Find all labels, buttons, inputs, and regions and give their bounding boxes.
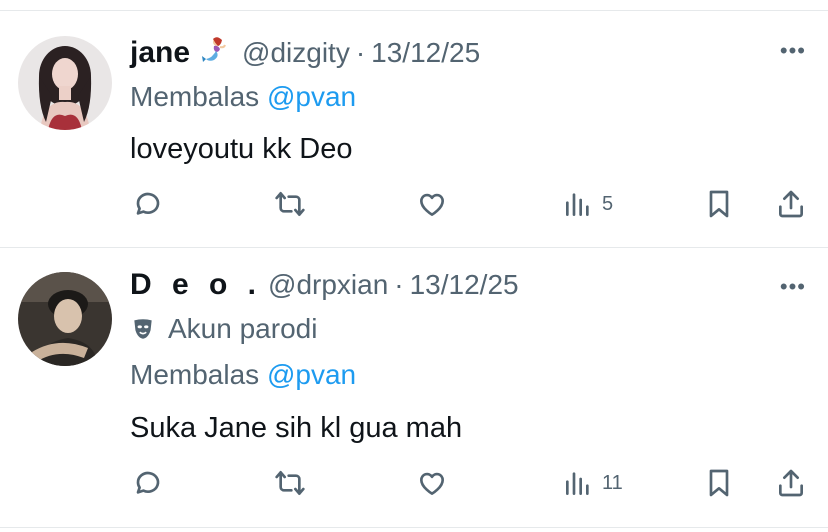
repost-button[interactable] [274, 184, 306, 224]
bookmark-button[interactable] [703, 184, 735, 224]
separator-dot: · [355, 37, 366, 68]
bookmark-icon [709, 469, 729, 497]
mermaid-emoji-icon [200, 36, 230, 66]
heart-icon [420, 193, 444, 216]
share-icon [779, 469, 803, 497]
mention-link[interactable]: @pvan [267, 359, 356, 390]
tweet-text: loveyoutu kk Deo [130, 133, 353, 165]
user-handle[interactable]: @drpxian [268, 269, 388, 301]
tweet-header: jane @dizgity · 13/12/25 [130, 32, 480, 70]
reply-button[interactable] [132, 463, 164, 503]
tweet-actions: 11 [0, 463, 828, 503]
parody-account-label: Akun parodi [130, 313, 317, 345]
replying-to: Membalas @pvan [130, 359, 356, 391]
views-button[interactable]: 5 [562, 184, 613, 224]
views-chart-icon [566, 193, 589, 216]
heart-icon [420, 472, 444, 495]
user-handle[interactable]: @dizgity [242, 37, 350, 69]
avatar[interactable] [18, 36, 112, 130]
mention-link[interactable]: @pvan [267, 81, 356, 112]
like-button[interactable] [416, 184, 448, 224]
share-button[interactable] [775, 184, 807, 224]
bookmark-icon [709, 190, 729, 218]
display-name[interactable]: jane [130, 36, 190, 70]
reply-tweet-deo[interactable]: D e o . @drpxian · 13/12/25 ••• Akun par… [0, 248, 828, 532]
more-options-button[interactable]: ••• [780, 274, 806, 300]
more-options-button[interactable]: ••• [780, 38, 806, 64]
separator-dot: · [394, 269, 404, 300]
bookmark-button[interactable] [703, 463, 735, 503]
replying-prefix: Membalas [130, 359, 260, 390]
tweet-actions: 5 [0, 184, 828, 224]
display-name[interactable]: D e o . [130, 268, 262, 302]
views-chart-icon [566, 472, 589, 495]
reply-button[interactable] [132, 184, 164, 224]
parody-text: Akun parodi [168, 313, 318, 344]
like-button[interactable] [416, 463, 448, 503]
views-count: 5 [602, 192, 614, 215]
repost-icon [275, 471, 305, 495]
tweet-text: Suka Jane sih kl gua mah [130, 412, 463, 444]
tweet-date[interactable]: 13/12/25 [371, 37, 480, 69]
views-count: 11 [602, 471, 623, 494]
replying-to: Membalas @pvan [130, 81, 356, 113]
reply-tweet-jane[interactable]: jane @dizgity · 13/12/25 ••• Membalas @p… [0, 0, 828, 248]
avatar[interactable] [18, 272, 112, 366]
tweet-header: D e o . @drpxian · 13/12/25 [130, 268, 519, 302]
repost-button[interactable] [274, 463, 306, 503]
reply-icon [136, 192, 160, 215]
share-icon [779, 190, 803, 218]
tweet-date[interactable]: 13/12/25 [410, 269, 519, 301]
reply-icon [136, 471, 160, 494]
share-button[interactable] [775, 463, 807, 503]
repost-icon [275, 192, 305, 216]
views-button[interactable]: 11 [562, 463, 623, 503]
theater-mask-icon [134, 319, 152, 339]
avatar-image-jane [18, 36, 112, 130]
bottom-divider [0, 527, 828, 528]
avatar-image-deo [18, 272, 112, 366]
replying-prefix: Membalas [130, 81, 260, 112]
